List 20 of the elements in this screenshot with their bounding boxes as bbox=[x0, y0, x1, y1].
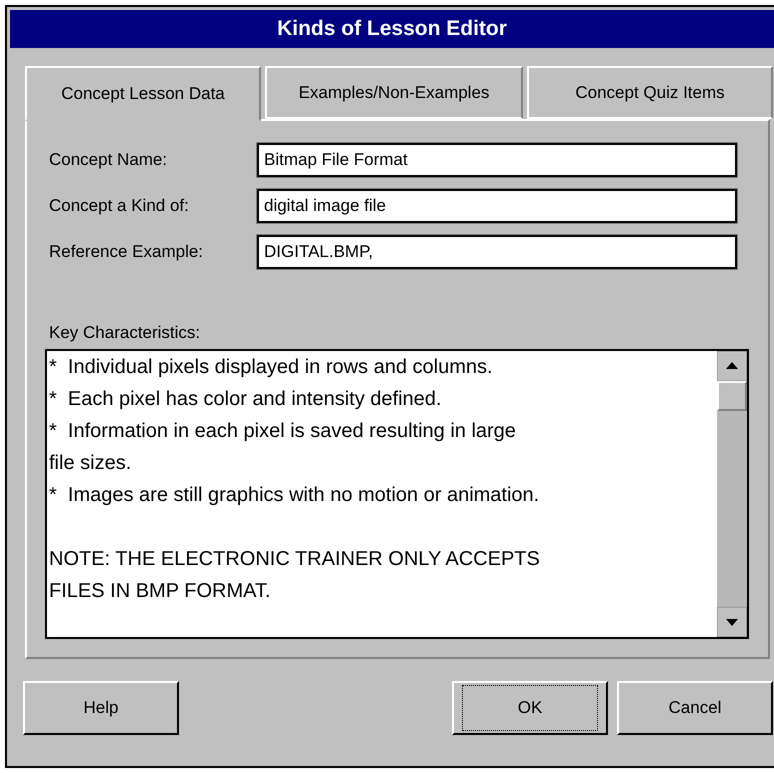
field-label: Concept Name: bbox=[49, 150, 168, 170]
scroll-down-icon[interactable] bbox=[717, 607, 747, 637]
input-field[interactable]: digital image file bbox=[257, 189, 737, 223]
dialog-button[interactable]: OK bbox=[452, 681, 608, 735]
tab[interactable]: Concept Lesson Data bbox=[25, 66, 261, 121]
scroll-thumb[interactable] bbox=[717, 381, 747, 411]
input-field[interactable]: DIGITAL.BMP, bbox=[257, 235, 737, 269]
field-label: Key Characteristics: bbox=[49, 323, 200, 343]
field-label: Concept a Kind of: bbox=[49, 196, 190, 216]
text-area[interactable] bbox=[45, 349, 749, 639]
tab[interactable]: Concept Quiz Items bbox=[527, 66, 773, 119]
tab[interactable]: Examples/Non-Examples bbox=[265, 66, 523, 119]
text-content: * Individual pixels displayed in rows and columns. * Each pixel has color and intensity defined. * Information in each pixel is saved resulting in large file sizes. * Images are still graphics with no motion or animation. NOTE: THE ELECTRONIC TRAINER ONLY ACCEPTS FILES IN BMP FORMAT. bbox=[48, 355, 541, 604]
field-label: Reference Example: bbox=[49, 242, 204, 262]
window-title: Kinds of Lesson Editor bbox=[10, 10, 774, 48]
input-field[interactable]: Bitmap File Format bbox=[257, 143, 737, 177]
dialog-button[interactable]: Cancel bbox=[617, 681, 773, 735]
scrollbar[interactable] bbox=[717, 351, 747, 637]
scroll-up-icon[interactable] bbox=[717, 351, 747, 381]
dialog-button[interactable]: Help bbox=[23, 681, 179, 735]
